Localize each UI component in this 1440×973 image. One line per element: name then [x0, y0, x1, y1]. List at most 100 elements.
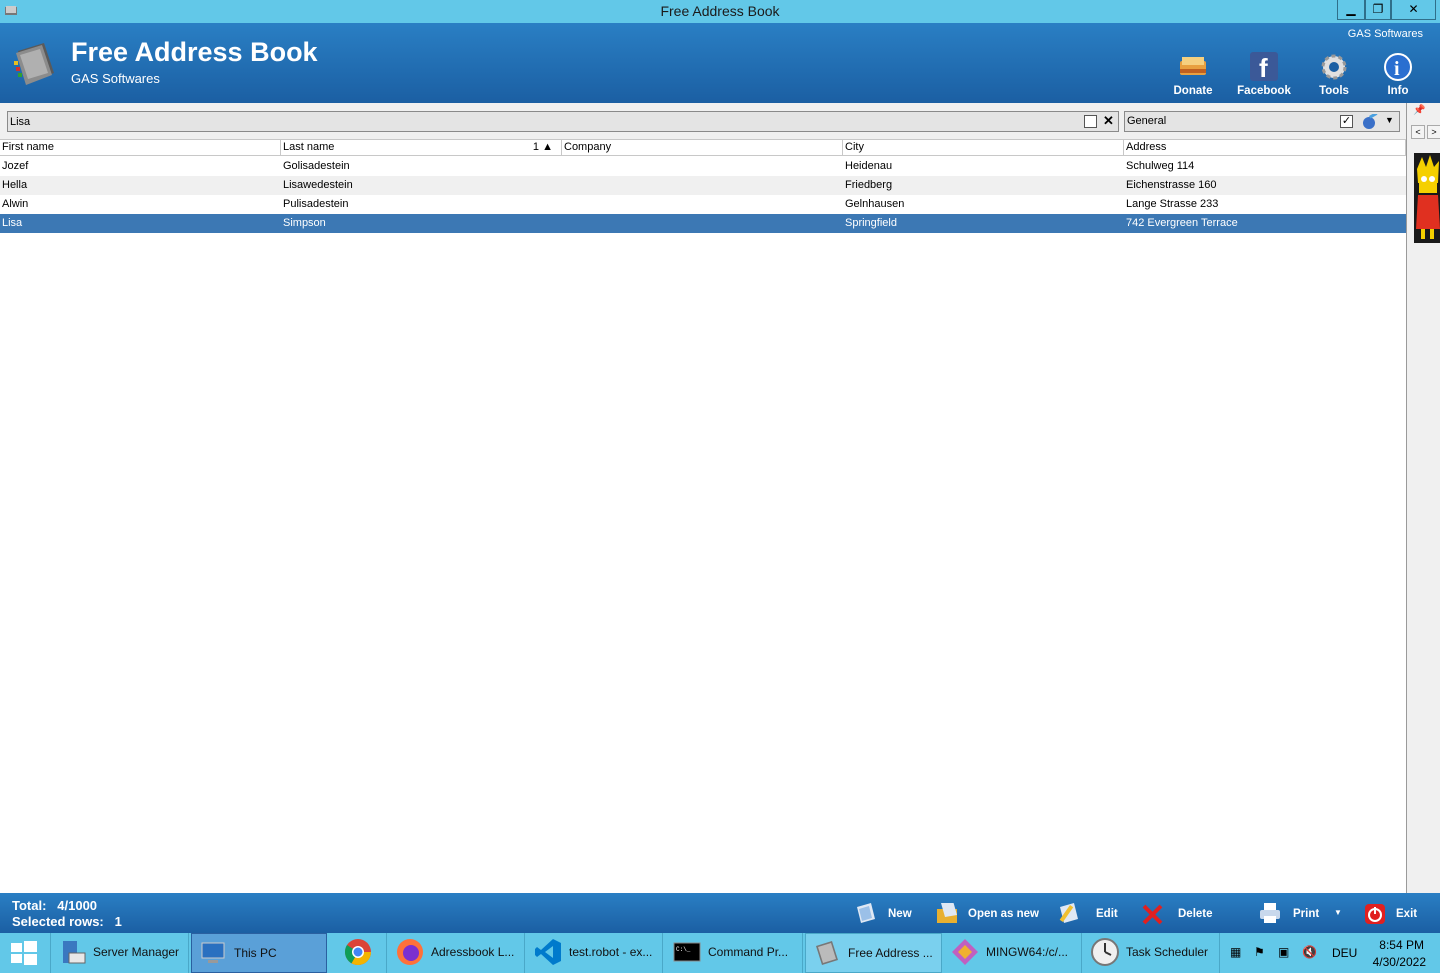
- svg-text:f: f: [1259, 53, 1268, 83]
- column-header-last-name[interactable]: Last name 1 ▲: [281, 140, 562, 156]
- group-edit-icon[interactable]: [1360, 114, 1378, 130]
- svg-text:i: i: [1394, 58, 1400, 80]
- git-icon: [952, 939, 978, 965]
- column-header-label: Company: [564, 141, 612, 153]
- window-title: Free Address Book: [660, 3, 780, 19]
- delete-icon: [1142, 904, 1163, 925]
- delete-button[interactable]: Delete: [1141, 903, 1221, 925]
- column-header-label: City: [845, 141, 864, 153]
- vendor-label: GAS Softwares: [1347, 28, 1423, 40]
- network-icon[interactable]: ▣: [1278, 945, 1289, 959]
- app-title: Free Address Book: [71, 37, 318, 67]
- group-checkbox[interactable]: ✓: [1340, 115, 1353, 128]
- clock-time[interactable]: 8:54 PM: [1379, 938, 1424, 952]
- column-header-city[interactable]: City: [843, 140, 1124, 156]
- selected-value: 1: [114, 914, 122, 929]
- table-row[interactable]: Hella Lisawedestein Friedberg Eichenstra…: [0, 176, 1406, 195]
- taskbar-item-free-address-book[interactable]: Free Address ...: [805, 933, 942, 973]
- tray-app-icon[interactable]: ▦: [1230, 945, 1241, 959]
- tools-button[interactable]: Tools: [1301, 51, 1367, 97]
- donate-button[interactable]: Donate: [1160, 51, 1226, 97]
- taskbar-item-vscode[interactable]: test.robot - ex...: [527, 933, 663, 973]
- address-book-icon: [816, 941, 838, 965]
- firefox-icon: [397, 939, 423, 965]
- search-checkbox[interactable]: [1084, 115, 1097, 128]
- cell-first-name: Jozef: [2, 160, 29, 172]
- print-icon: [1260, 903, 1280, 923]
- taskbar-item-chrome[interactable]: [329, 933, 387, 973]
- column-header-company[interactable]: Company: [562, 140, 843, 156]
- pin-icon[interactable]: 📌: [1413, 105, 1425, 116]
- start-button[interactable]: [0, 933, 51, 973]
- sort-index: 1: [532, 141, 540, 153]
- facebook-button[interactable]: f Facebook: [1231, 51, 1297, 97]
- open-folder-icon: [937, 903, 957, 923]
- next-arrow-button[interactable]: >: [1427, 125, 1440, 139]
- taskbar-item-task-scheduler[interactable]: Task Scheduler: [1084, 933, 1220, 973]
- selected-label: Selected rows:: [12, 914, 104, 929]
- taskbar-label: Task Scheduler: [1126, 945, 1209, 959]
- cell-address: Lange Strasse 233: [1126, 198, 1219, 210]
- minimize-button[interactable]: ▁: [1337, 0, 1365, 20]
- prev-arrow-button[interactable]: <: [1411, 125, 1425, 139]
- contacts-table: First name Last name 1 ▲ Company City Add…: [0, 139, 1406, 893]
- windows-taskbar: Server Manager This PC Adressbook L... t…: [0, 933, 1440, 973]
- taskbar-item-mingw64[interactable]: MINGW64:/c/...: [944, 933, 1082, 973]
- exit-button[interactable]: Exit: [1364, 903, 1424, 925]
- table-row[interactable]: Alwin Pulisadestein Gelnhausen Lange Str…: [0, 195, 1406, 214]
- clock-date[interactable]: 4/30/2022: [1373, 955, 1426, 969]
- search-input[interactable]: [10, 114, 1070, 129]
- status-bar: Total: 4/1000 Selected rows: 1 New Open …: [0, 893, 1440, 933]
- taskbar-label: test.robot - ex...: [569, 945, 653, 959]
- tray-flag-icon[interactable]: ⚑: [1254, 945, 1265, 959]
- taskbar-label: MINGW64:/c/...: [986, 945, 1069, 959]
- taskbar-item-server-manager[interactable]: Server Manager: [51, 933, 189, 973]
- search-bar: ✕ General ✓ ▼: [0, 103, 1406, 139]
- print-options-button[interactable]: ▼: [1334, 903, 1348, 925]
- tools-label: Tools: [1319, 85, 1349, 97]
- clear-search-icon[interactable]: ✕: [1103, 113, 1114, 129]
- print-button[interactable]: Print: [1258, 903, 1328, 925]
- volume-muted-icon[interactable]: 🔇: [1302, 945, 1317, 959]
- cmd-icon: C:\_: [673, 942, 701, 962]
- title-bar: Free Address Book ▁ ❐ ✕: [0, 0, 1440, 23]
- app-header: Free Address Book GAS Softwares GAS Soft…: [0, 23, 1440, 103]
- taskbar-label: This PC: [234, 946, 277, 960]
- open-as-new-label: Open as new: [968, 908, 1039, 920]
- table-row[interactable]: Jozef Golisadestein Heidenau Schulweg 11…: [0, 157, 1406, 176]
- cell-address: Eichenstrasse 160: [1126, 179, 1217, 191]
- sort-ascending-icon: 1 ▲: [532, 141, 553, 153]
- column-header-address[interactable]: Address: [1124, 140, 1406, 156]
- facebook-label: Facebook: [1237, 85, 1291, 97]
- column-header-first-name[interactable]: First name: [0, 140, 281, 156]
- info-button[interactable]: i Info: [1365, 51, 1431, 97]
- taskbar-item-this-pc[interactable]: This PC: [191, 933, 327, 973]
- taskbar-label: Command Pr...: [708, 945, 789, 959]
- restore-button[interactable]: ❐: [1365, 0, 1391, 20]
- close-button[interactable]: ✕: [1391, 0, 1436, 20]
- gear-icon: [1321, 54, 1347, 80]
- total-count: Total: 4/1000: [12, 898, 97, 913]
- power-icon: [1365, 904, 1385, 924]
- table-row-selected[interactable]: Lisa Simpson Springfield 742 Evergreen T…: [0, 214, 1406, 233]
- language-indicator[interactable]: DEU: [1332, 946, 1357, 960]
- cell-city: Springfield: [845, 217, 897, 229]
- cell-first-name: Hella: [2, 179, 28, 191]
- new-label: New: [888, 908, 912, 920]
- cell-address: 742 Evergreen Terrace: [1126, 217, 1238, 229]
- taskbar-item-firefox[interactable]: Adressbook L...: [389, 933, 525, 973]
- group-select[interactable]: General ✓ ▼: [1124, 111, 1400, 132]
- donate-icon: [1180, 57, 1206, 75]
- open-as-new-button[interactable]: Open as new: [935, 903, 1045, 925]
- system-tray: ▦ ⚑ ▣ 🔇 DEU 8:54 PM 4/30/2022: [1222, 933, 1440, 973]
- search-box: ✕: [7, 111, 1119, 132]
- column-header-label: Last name: [283, 141, 335, 153]
- chevron-down-icon[interactable]: ▼: [1385, 115, 1394, 125]
- new-button[interactable]: New: [853, 903, 923, 925]
- taskbar-label: Free Address ...: [848, 946, 933, 960]
- taskbar-item-command-prompt[interactable]: C:\_ Command Pr...: [666, 933, 803, 973]
- server-manager-icon: [63, 941, 86, 964]
- facebook-icon: f: [1250, 52, 1278, 83]
- edit-button[interactable]: Edit: [1058, 903, 1128, 925]
- app-subtitle: GAS Softwares: [71, 71, 160, 86]
